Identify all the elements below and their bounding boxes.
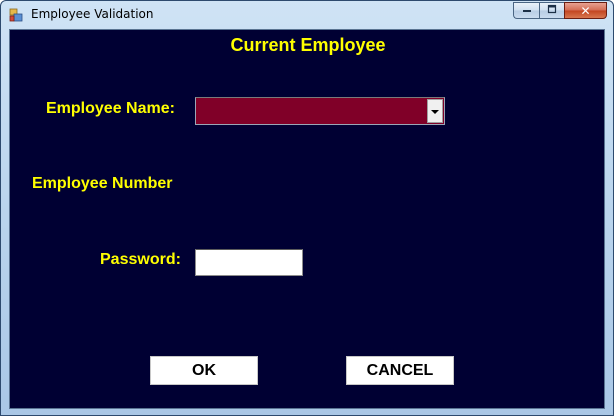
minimize-button[interactable] (513, 2, 539, 19)
password-field[interactable] (195, 249, 303, 276)
maximize-icon (547, 4, 557, 17)
ok-button[interactable]: OK (150, 356, 258, 385)
close-button[interactable]: ✕ (564, 2, 607, 19)
cancel-button[interactable]: CANCEL (346, 356, 454, 385)
employee-validation-form: Current Employee Employee Name: Employee… (9, 29, 605, 409)
password-label: Password: (100, 251, 181, 268)
chevron-down-icon (431, 102, 439, 120)
employee-name-combobox[interactable] (195, 97, 445, 125)
app-window-icon[interactable] (9, 8, 23, 22)
close-icon: ✕ (580, 3, 591, 18)
window-title: Employee Validation (31, 7, 154, 21)
employee-name-label: Employee Name: (46, 100, 175, 117)
minimize-icon (522, 4, 532, 17)
title-bar[interactable]: Employee Validation ✕ (1, 1, 613, 29)
app-window: Employee Validation ✕ Current Employee E… (0, 0, 614, 416)
maximize-button[interactable] (539, 2, 564, 19)
combobox-dropdown-button[interactable] (427, 99, 443, 123)
employee-number-label: Employee Number (32, 175, 173, 192)
form-heading: Current Employee (230, 35, 386, 55)
window-controls: ✕ (513, 2, 607, 20)
